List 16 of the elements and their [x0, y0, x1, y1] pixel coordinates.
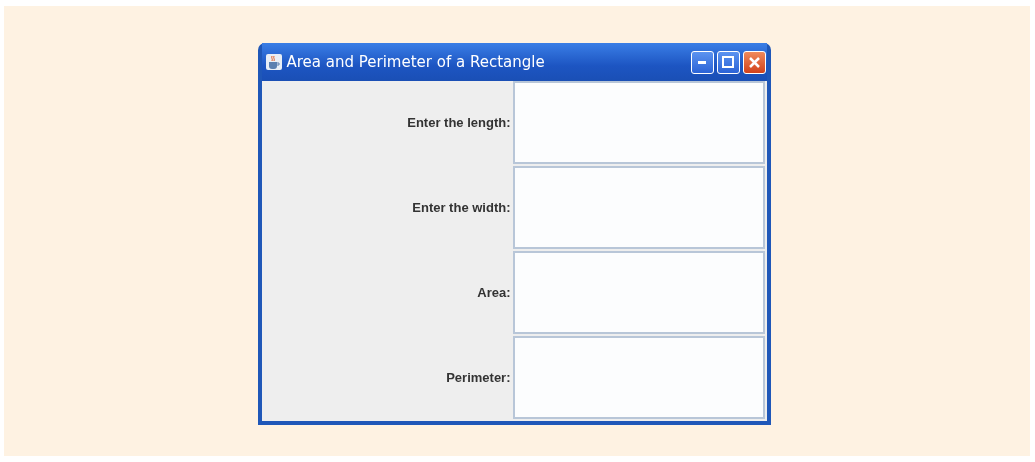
field-label: Enter the length: — [407, 115, 511, 130]
close-button[interactable] — [742, 50, 766, 74]
window-title: Area and Perimeter of a Rectangle — [286, 53, 546, 71]
field-label: Perimeter: — [446, 370, 511, 385]
maximize-icon — [722, 56, 734, 68]
input-field[interactable] — [512, 166, 765, 249]
input-field[interactable] — [512, 81, 765, 164]
field-label: Enter the width: — [412, 200, 511, 215]
maximize-button[interactable] — [716, 50, 740, 74]
close-icon — [748, 56, 760, 68]
coffee-cup-icon — [265, 54, 282, 70]
input-field[interactable] — [512, 251, 765, 334]
minimize-button[interactable] — [690, 50, 714, 74]
input-field[interactable] — [512, 336, 765, 419]
minimize-icon — [698, 60, 706, 64]
field-label: Area: — [477, 285, 511, 300]
